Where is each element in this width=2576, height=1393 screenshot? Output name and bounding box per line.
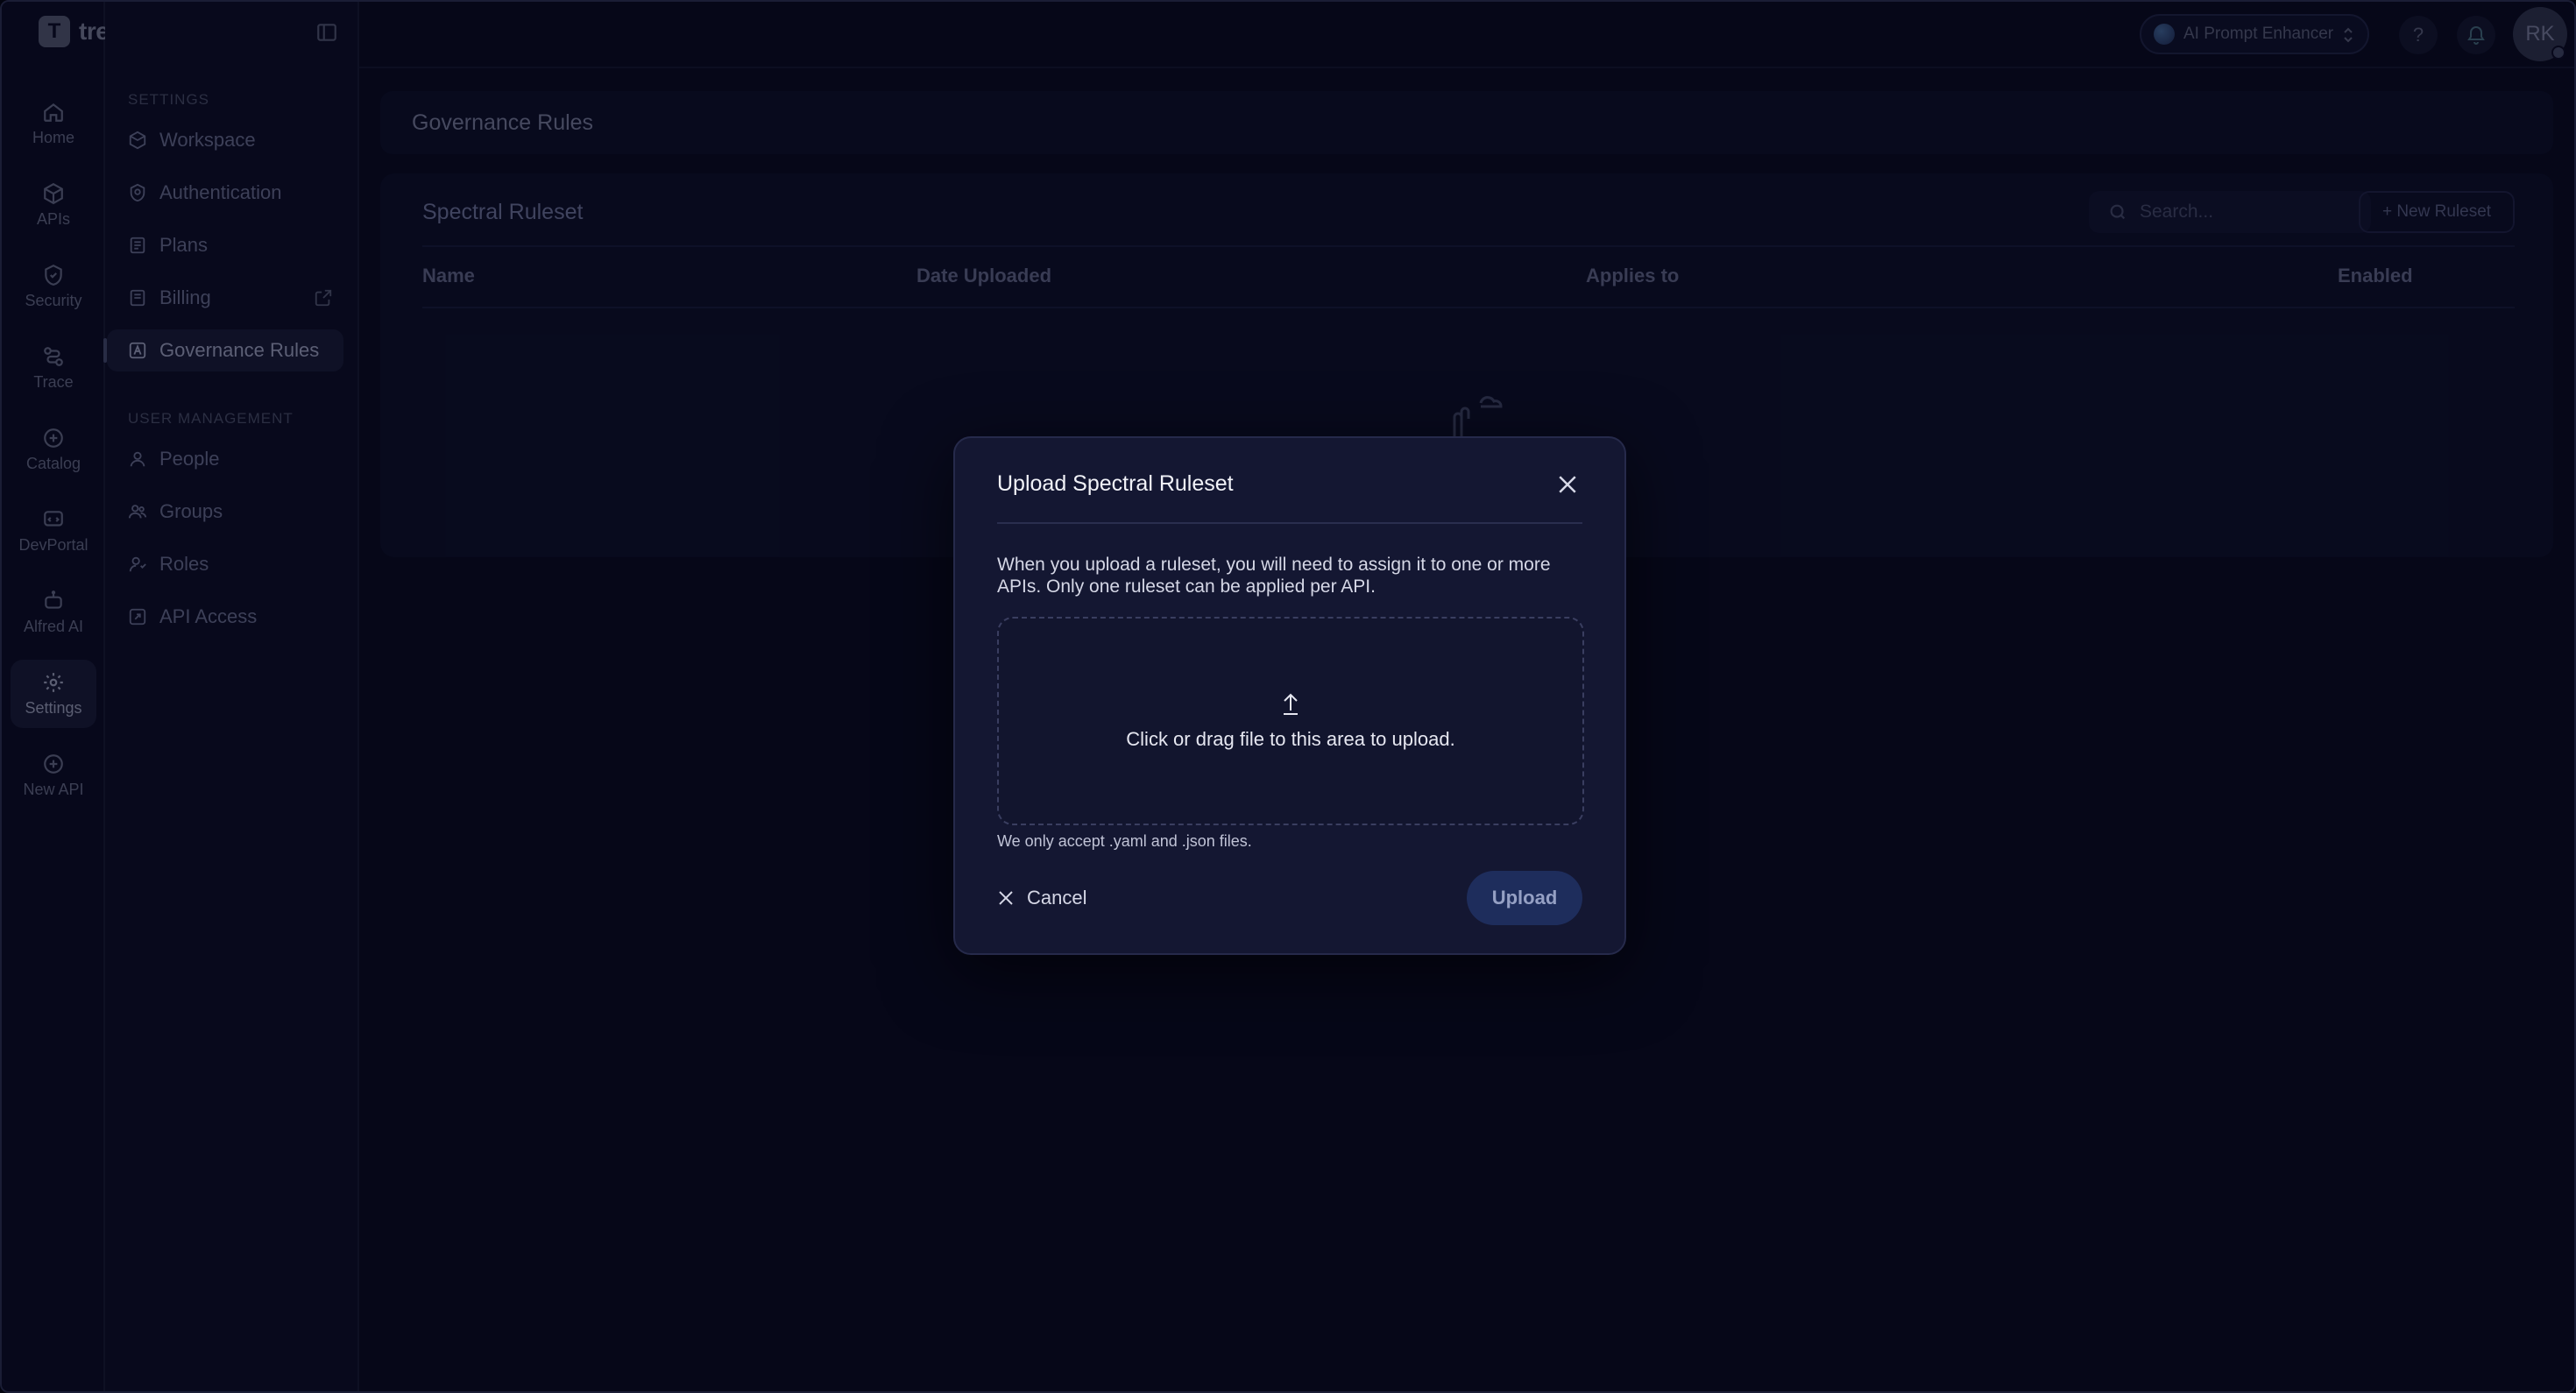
cancel-button[interactable]: Cancel bbox=[995, 878, 1086, 918]
close-icon[interactable] bbox=[1554, 471, 1581, 498]
upload-arrow-icon bbox=[1284, 693, 1298, 715]
modal-divider bbox=[997, 522, 1582, 524]
modal-title: Upload Spectral Ruleset bbox=[997, 471, 1234, 496]
modal-description: When you upload a ruleset, you will need… bbox=[997, 555, 1551, 597]
upload-ruleset-modal: Upload Spectral Ruleset When you upload … bbox=[953, 436, 1626, 955]
upload-button[interactable]: Upload bbox=[1467, 871, 1582, 925]
x-icon bbox=[999, 891, 1013, 905]
cancel-label: Cancel bbox=[1027, 887, 1087, 909]
app-window: T treblle Home APIs Security Trace Catal… bbox=[0, 0, 2576, 1393]
file-type-hint: We only accept .yaml and .json files. bbox=[997, 832, 1252, 850]
dropzone-text: Click or drag file to this area to uploa… bbox=[1126, 728, 1455, 750]
file-dropzone[interactable]: Click or drag file to this area to uploa… bbox=[997, 617, 1584, 825]
